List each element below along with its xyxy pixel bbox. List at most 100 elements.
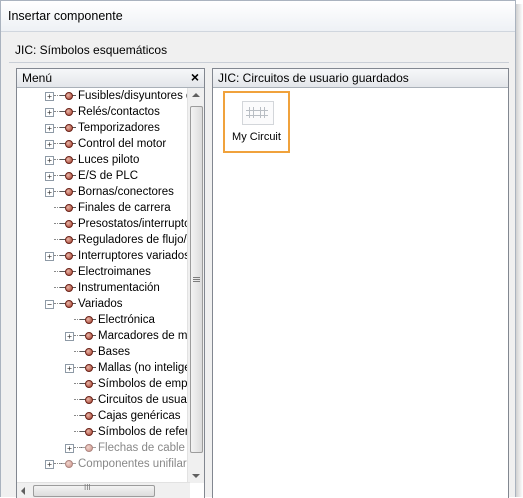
component-icon (80, 394, 96, 406)
expand-icon[interactable]: + (45, 124, 54, 133)
menu-tree-item-label: Variados (78, 298, 123, 310)
component-icon (60, 122, 76, 134)
menu-panel-header: Menú × (17, 69, 204, 88)
expand-icon[interactable]: + (65, 444, 74, 453)
menu-tree-item[interactable]: + E/S de PLC (17, 168, 190, 184)
menu-tree-item-label: Electrónica (98, 314, 155, 326)
expand-icon[interactable]: + (45, 460, 54, 469)
component-icon (80, 346, 96, 358)
content-panel: JIC: Circuitos de usuario guardados My C… (212, 68, 509, 498)
grip-label: III (84, 483, 91, 492)
menu-tree-item[interactable]: Circuitos de usuario (17, 392, 190, 408)
menu-tree-item[interactable]: + Componentes unifilares (17, 456, 190, 472)
menu-tree-item[interactable]: − Variados (17, 296, 190, 312)
menu-tree-item[interactable]: Finales de carrera (17, 200, 190, 216)
circuit-tile-label: My Circuit (232, 131, 281, 143)
menu-tree-item[interactable]: + Flechas de cable se (17, 440, 190, 456)
menu-tree-item-label: Interruptores variados (78, 250, 190, 262)
component-icon (80, 426, 96, 438)
insert-component-dialog: Insertar componente JIC: Símbolos esquem… (0, 0, 516, 498)
menu-tree-item-label: Presostatos/interruptore (78, 218, 190, 230)
menu-tree-item[interactable]: + Luces piloto (17, 152, 190, 168)
component-icon (80, 378, 96, 390)
menu-tree-item-label: Símbolos de referer (98, 426, 190, 438)
scroll-down-arrow-icon[interactable] (192, 474, 200, 478)
circuit-tile[interactable]: My Circuit (223, 91, 290, 153)
expand-icon[interactable]: + (45, 108, 54, 117)
component-icon (60, 234, 76, 246)
expand-icon[interactable]: + (65, 332, 74, 341)
menu-tree-item[interactable]: Cajas genéricas (17, 408, 190, 424)
divider (9, 62, 509, 63)
expand-icon[interactable]: + (45, 92, 54, 101)
menu-tree-item-label: Mallas (no inteligen (98, 362, 190, 374)
menu-tree-item-label: Marcadores de mar (98, 330, 190, 342)
expand-icon[interactable]: + (45, 156, 54, 165)
menu-tree-item[interactable]: + Relés/contactos (17, 104, 190, 120)
menu-tree-item-label: Instrumentación (78, 282, 160, 294)
menu-tree-item[interactable]: Electroimanes (17, 264, 190, 280)
component-icon (80, 330, 96, 342)
menu-tree-item-label: Reguladores de flujo/ni (78, 234, 190, 246)
menu-tree-item[interactable]: Símbolos de referer (17, 424, 190, 440)
component-icon (60, 170, 76, 182)
menu-tree-item-label: Componentes unifilares (78, 458, 190, 470)
menu-tree-item-label: Luces piloto (78, 154, 140, 166)
expand-icon[interactable]: + (65, 364, 74, 373)
menu-panel: Menú × + Fusibles/disyuntores de + Relés/co… (16, 68, 205, 498)
component-icon (80, 442, 96, 454)
expand-icon[interactable]: + (45, 172, 54, 181)
menu-tree-item-label: Bases (98, 346, 130, 358)
close-icon[interactable]: × (191, 69, 199, 85)
component-icon (60, 250, 76, 262)
circuit-thumbnail-icon (242, 101, 274, 125)
menu-tree-item-label: Finales de carrera (78, 202, 171, 214)
menu-tree-item-label: Circuitos de usuario (98, 394, 190, 406)
component-icon (60, 106, 76, 118)
menu-tree-item[interactable]: + Interruptores variados (17, 248, 190, 264)
menu-tree-item-label: Cajas genéricas (98, 410, 181, 422)
expand-icon[interactable]: + (45, 188, 54, 197)
menu-tree-item-label: Fusibles/disyuntores de (78, 90, 190, 102)
component-icon (60, 202, 76, 214)
menu-tree-item[interactable]: Reguladores de flujo/ni (17, 232, 190, 248)
library-title: JIC: Símbolos esquemáticos (15, 43, 168, 57)
menu-tree-item[interactable]: Instrumentación (17, 280, 190, 296)
menu-tree-item[interactable]: + Marcadores de mar (17, 328, 190, 344)
menu-tree-item[interactable]: + Bornas/conectores (17, 184, 190, 200)
component-icon (60, 138, 76, 150)
menu-tree-item[interactable]: + Control del motor (17, 136, 190, 152)
scroll-left-arrow-icon[interactable] (21, 487, 25, 495)
menu-tree-item-label: Bornas/conectores (78, 186, 174, 198)
expand-icon[interactable]: + (45, 140, 54, 149)
menu-tree-item[interactable]: + Mallas (no inteligen (17, 360, 190, 376)
menu-tree-item-label: Control del motor (78, 138, 167, 150)
menu-tree-item[interactable]: Presostatos/interruptore (17, 216, 190, 232)
component-icon (80, 362, 96, 374)
menu-tree-item[interactable]: Símbolos de empal (17, 376, 190, 392)
menu-tree-item[interactable]: Electrónica (17, 312, 190, 328)
horizontal-scrollbar[interactable]: III (17, 482, 190, 498)
menu-header-label: Menú (22, 71, 53, 85)
menu-tree-item[interactable]: Bases (17, 344, 190, 360)
component-icon (60, 186, 76, 198)
expand-icon[interactable]: + (45, 252, 54, 261)
component-icon (60, 266, 76, 278)
scroll-up-arrow-icon[interactable] (192, 93, 200, 97)
menu-tree-item-label: Relés/contactos (78, 106, 160, 118)
scroll-thumb[interactable] (190, 106, 203, 453)
title-bar[interactable]: Insertar componente (1, 1, 515, 32)
vertical-scrollbar[interactable] (187, 88, 204, 483)
menu-tree-item-label: Símbolos de empal (98, 378, 190, 390)
component-icon (60, 90, 76, 102)
component-icon (80, 410, 96, 422)
content-panel-header: JIC: Circuitos de usuario guardados (213, 69, 508, 88)
component-icon (60, 298, 76, 310)
horizontal-scroll-thumb[interactable]: III (33, 483, 155, 497)
component-icon (60, 218, 76, 230)
menu-tree-item-label: Temporizadores (78, 122, 160, 134)
collapse-icon[interactable]: − (45, 300, 54, 309)
menu-tree-item[interactable]: + Temporizadores (17, 120, 190, 136)
component-icon (80, 314, 96, 326)
menu-tree-item[interactable]: + Fusibles/disyuntores de (17, 88, 190, 104)
